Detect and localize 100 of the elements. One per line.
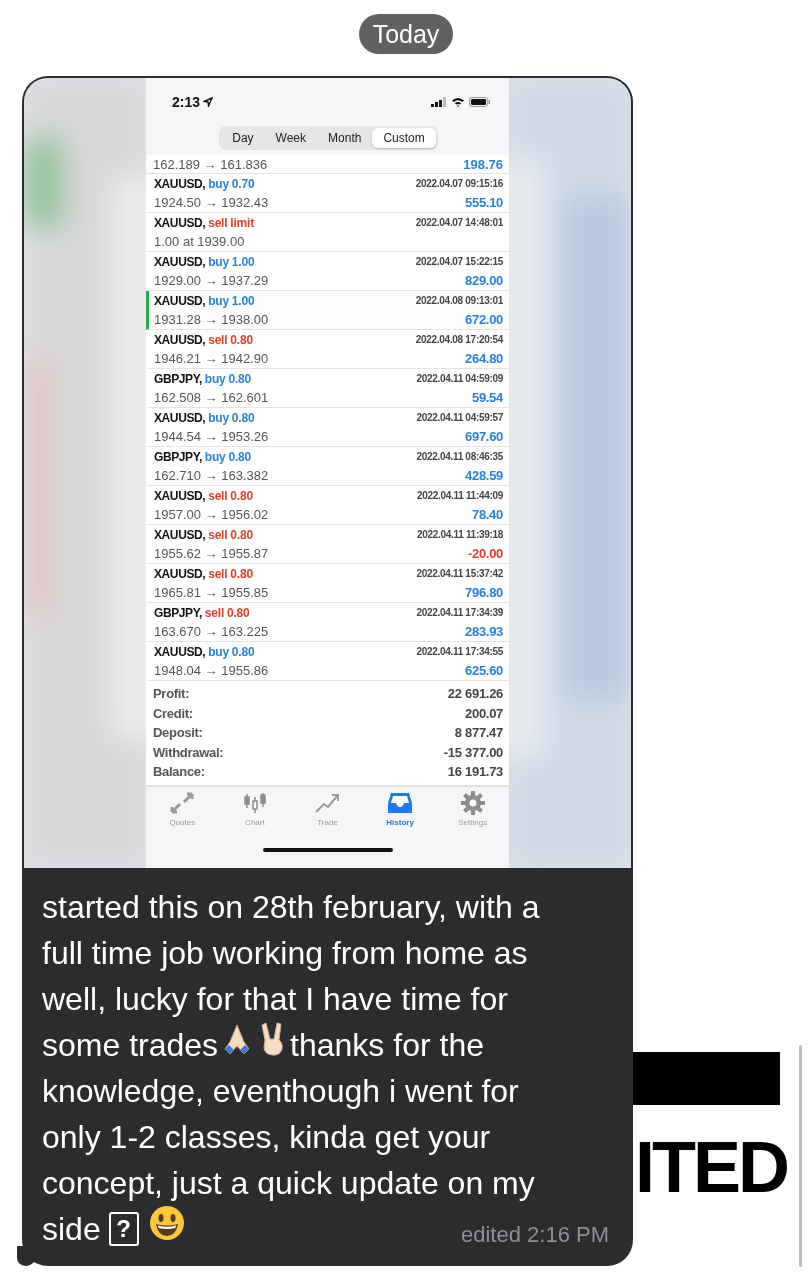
trade-profit: 59.54 bbox=[470, 389, 503, 407]
trade-row[interactable]: XAUUSD, sell limit 2022.04.07 14:48:01 1.00 at 1939.00 bbox=[146, 213, 509, 252]
trade-side: sell bbox=[208, 216, 228, 230]
trade-time: 2022.04.07 14:48:01 bbox=[415, 216, 503, 230]
trade-side: buy bbox=[208, 177, 229, 191]
trade-profit: 625.60 bbox=[464, 662, 503, 680]
trade-row[interactable]: XAUUSD, sell 0.80 2022.04.11 15:37:42 1965.81 → 1955.85 796.80 bbox=[146, 564, 509, 603]
trade-profit: 555.10 bbox=[464, 194, 503, 212]
trade-amount: 0.80 bbox=[227, 606, 250, 620]
symbol-label: XAUUSD, bbox=[154, 411, 206, 425]
message-text: well, lucky for that I have time for bbox=[42, 980, 508, 1019]
symbol-label: XAUUSD, bbox=[154, 177, 206, 191]
trade-amount: 1.00 bbox=[231, 294, 255, 308]
trade-amount: 1.00 bbox=[231, 255, 255, 269]
summary-value: -15 377.00 bbox=[443, 743, 503, 762]
period-tab[interactable]: Week bbox=[264, 128, 318, 148]
trade-side: sell bbox=[208, 528, 228, 542]
trade-side: buy bbox=[208, 645, 229, 659]
message-text: full time job working from home as bbox=[42, 934, 528, 973]
trade-profit: 198.76 bbox=[463, 157, 503, 173]
trade-amount: 0.80 bbox=[231, 645, 255, 659]
trade-prices: 1931.28 → 1938.00 bbox=[154, 311, 270, 329]
trade-time: 2022.04.11 15:37:42 bbox=[416, 567, 503, 581]
quotes-icon bbox=[169, 791, 196, 814]
period-tab[interactable]: Month bbox=[317, 128, 373, 148]
trade-prices: 163.670 → 163.225 bbox=[154, 623, 270, 641]
trade-time: 2022.04.11 11:39:18 bbox=[416, 528, 503, 542]
trade-side: sell bbox=[204, 606, 225, 620]
trade-profit: 264.80 bbox=[464, 350, 503, 368]
trade-time: 2022.04.07 09:15:16 bbox=[415, 177, 503, 191]
trade-profit: 428.59 bbox=[464, 467, 503, 485]
trade-amount: 0.80 bbox=[228, 450, 252, 464]
symbol-label: XAUUSD, bbox=[154, 216, 206, 230]
trade-row[interactable]: XAUUSD, sell 0.80 2022.04.08 17:20:54 1946.21 → 1942.90 264.80 bbox=[146, 330, 509, 369]
trade-time: 2022.04.11 11:44:09 bbox=[416, 489, 503, 503]
trade-amount: limit bbox=[230, 216, 254, 230]
trade-row[interactable]: GBPJPY, sell 0.80 2022.04.11 17:34:39 163.670 → 163.225 283.93 bbox=[146, 603, 509, 642]
date-divider: Today bbox=[358, 14, 454, 54]
trade-prices: 1948.04 → 1955.86 bbox=[154, 662, 270, 680]
summary-label: Profit: bbox=[153, 685, 190, 703]
symbol-label: XAUUSD, bbox=[154, 645, 206, 659]
symbol-label: XAUUSD, bbox=[154, 489, 206, 503]
trend-line-icon bbox=[314, 791, 341, 814]
trade-amount: 0.80 bbox=[228, 372, 252, 386]
symbol-label: XAUUSD, bbox=[154, 528, 206, 542]
trade-side: buy bbox=[208, 411, 229, 425]
symbol-label: XAUUSD, bbox=[154, 294, 206, 308]
period-tab[interactable]: Custom bbox=[372, 128, 436, 148]
missing-glyph: ? bbox=[108, 1212, 139, 1246]
symbol-label: XAUUSD, bbox=[154, 255, 206, 269]
trade-row[interactable]: XAUUSD, sell 0.80 2022.04.11 11:44:09 1957.00 → 1956.02 78.40 bbox=[146, 486, 509, 525]
symbol-label: GBPJPY, bbox=[154, 372, 202, 386]
tab-bar-item[interactable]: History bbox=[370, 790, 431, 836]
trade-prices: 1929.00 → 1937.29 bbox=[154, 272, 270, 290]
trade-side: buy bbox=[204, 372, 226, 386]
trade-amount: 0.80 bbox=[231, 411, 255, 425]
trade-profit: 697.60 bbox=[464, 428, 503, 446]
trade-time: 2022.04.11 17:34:55 bbox=[416, 645, 503, 659]
trade-row[interactable]: GBPJPY, buy 0.80 2022.04.11 04:59:09 162.508 → 162.601 59.54 bbox=[146, 369, 509, 408]
trade-prices: 1957.00 → 1956.02 bbox=[154, 506, 270, 524]
trade-prices: 1944.54 → 1953.26 bbox=[154, 428, 270, 446]
trade-row[interactable]: XAUUSD, buy 1.00 2022.04.08 09:13:01 1931.28 → 1938.00 672.00 bbox=[146, 291, 509, 330]
symbol-label: XAUUSD, bbox=[154, 333, 206, 347]
symbol-label: GBPJPY, bbox=[154, 606, 202, 620]
trade-profit: 78.40 bbox=[470, 506, 503, 524]
edited-timestamp: edited 2:16 PM bbox=[461, 1221, 609, 1249]
trade-row[interactable]: XAUUSD, buy 0.70 2022.04.07 09:15:16 1924.50 → 1932.43 555.10 bbox=[146, 174, 509, 213]
signal-icon bbox=[431, 97, 447, 107]
message-text: some trades bbox=[42, 1026, 219, 1065]
summary-value: 22 691.26 bbox=[447, 685, 503, 703]
message-text: thanks for the bbox=[290, 1026, 484, 1065]
trade-prices: 162.710 → 163.382 bbox=[154, 467, 270, 485]
trade-time: 2022.04.07 15:22:15 bbox=[415, 255, 503, 269]
trade-row[interactable]: GBPJPY, buy 0.80 2022.04.11 08:46:35 162.710 → 163.382 428.59 bbox=[146, 447, 509, 486]
trade-profit: 796.80 bbox=[464, 584, 503, 602]
message-text: concept, just a quick update on my bbox=[42, 1164, 535, 1203]
trade-side: buy bbox=[204, 450, 226, 464]
trade-time: 2022.04.11 04:59:57 bbox=[416, 411, 503, 425]
summary-value: 8 877.47 bbox=[454, 724, 503, 742]
trade-profit: 672.00 bbox=[464, 311, 503, 329]
trade-prices: 162.508 → 162.601 bbox=[154, 389, 270, 407]
trade-time: 2022.04.11 04:59:09 bbox=[416, 372, 503, 386]
trade-profit: 829.00 bbox=[464, 272, 503, 290]
trade-prices: 1924.50 → 1932.43 bbox=[154, 194, 270, 212]
trade-amount: 0.80 bbox=[230, 333, 253, 347]
inbox-icon bbox=[387, 791, 414, 814]
trade-amount: 0.80 bbox=[230, 489, 253, 503]
summary-label: Withdrawal: bbox=[153, 743, 224, 762]
trade-prices: 1.00 at 1939.00 bbox=[154, 233, 246, 251]
battery-icon bbox=[469, 97, 491, 107]
trade-prices: 1946.21 → 1942.90 bbox=[154, 350, 270, 368]
trade-time: 2022.04.08 17:20:54 bbox=[415, 333, 503, 347]
period-tab[interactable]: Day bbox=[221, 128, 265, 148]
trade-row[interactable]: XAUUSD, buy 0.80 2022.04.11 04:59:57 1944.54 → 1953.26 697.60 bbox=[146, 408, 509, 447]
trade-side: sell bbox=[208, 567, 228, 581]
message-text: knowledge, eventhough i went for bbox=[42, 1072, 519, 1111]
wifi-icon bbox=[451, 97, 465, 107]
trade-amount: 0.80 bbox=[230, 567, 253, 581]
trade-profit: 283.93 bbox=[464, 623, 503, 641]
trade-row[interactable]: XAUUSD, sell 0.80 2022.04.11 11:39:18 1955.62 → 1955.87 -20.00 bbox=[146, 525, 509, 564]
